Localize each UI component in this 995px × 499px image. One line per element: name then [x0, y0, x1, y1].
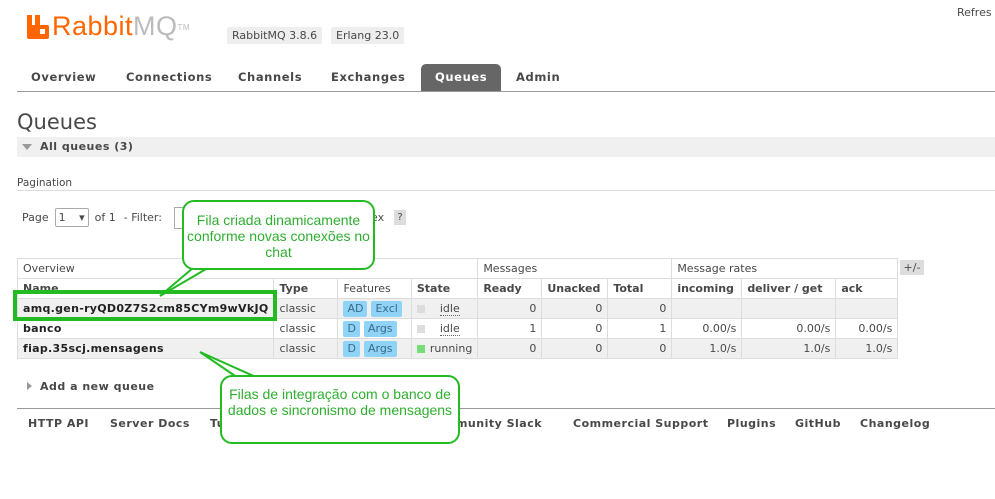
- annotation-callout-bottom: Filas de integração com o banco de dados…: [220, 375, 460, 444]
- callout-pointers: [159, 261, 259, 379]
- annotation-callout-top: Fila criada dinamicamente conforme novas…: [182, 200, 375, 270]
